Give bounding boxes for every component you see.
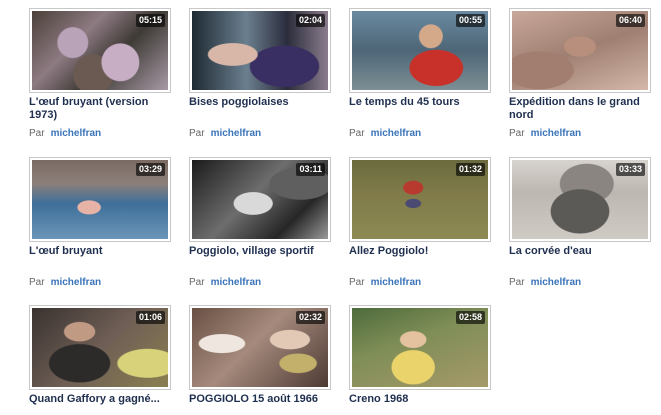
video-duration: 02:58 <box>455 311 485 324</box>
video-thumbnail[interactable]: 03:33 <box>509 157 651 242</box>
video-title[interactable]: Quand Gaffory a gagné... <box>29 393 179 406</box>
author-link[interactable]: michelfran <box>211 128 262 139</box>
video-byline: Par michelfran <box>509 277 581 289</box>
video-duration: 01:06 <box>135 311 165 324</box>
video-title[interactable]: La corvée d'eau <box>509 245 659 258</box>
video-byline: Par michelfran <box>29 277 101 289</box>
video-title[interactable]: Expédition dans le grand nord <box>509 96 659 122</box>
author-link[interactable]: michelfran <box>51 277 102 288</box>
video-duration: 05:15 <box>135 14 165 27</box>
video-title[interactable]: Poggiolo, village sportif <box>189 245 339 258</box>
video-thumbnail[interactable]: 01:32 <box>349 157 491 242</box>
video-duration: 03:33 <box>615 163 645 176</box>
video-duration: 00:55 <box>455 14 485 27</box>
video-title[interactable]: L'œuf bruyant <box>29 245 179 258</box>
author-link[interactable]: michelfran <box>51 128 102 139</box>
video-grid: 05:15 L'œuf bruyant (version 1973) Par mi… <box>0 0 661 415</box>
by-label: Par <box>509 128 525 139</box>
video-title[interactable]: Bises poggiolaises <box>189 96 339 109</box>
video-thumbnail[interactable]: 02:04 <box>189 8 331 93</box>
video-title[interactable]: Creno 1968 <box>349 393 499 406</box>
video-title[interactable]: Allez Poggiolo! <box>349 245 499 258</box>
thumbnail-image: 03:29 <box>32 160 168 239</box>
video-thumbnail[interactable]: 06:40 <box>509 8 651 93</box>
video-thumbnail[interactable]: 05:15 <box>29 8 171 93</box>
thumbnail-image: 05:15 <box>32 11 168 90</box>
video-byline: Par michelfran <box>349 277 421 289</box>
thumbnail-image: 01:32 <box>352 160 488 239</box>
video-thumbnail[interactable]: 03:11 <box>189 157 331 242</box>
author-link[interactable]: michelfran <box>531 128 582 139</box>
thumbnail-image: 02:58 <box>352 308 488 387</box>
video-thumbnail[interactable]: 02:58 <box>349 305 491 390</box>
author-link[interactable]: michelfran <box>371 277 422 288</box>
video-duration: 02:04 <box>295 14 325 27</box>
by-label: Par <box>509 277 525 288</box>
video-title[interactable]: POGGIOLO 15 août 1966 <box>189 393 339 406</box>
video-thumbnail[interactable]: 01:06 <box>29 305 171 390</box>
by-label: Par <box>349 277 365 288</box>
video-thumbnail[interactable]: 00:55 <box>349 8 491 93</box>
video-byline: Par michelfran <box>189 128 261 140</box>
video-thumbnail[interactable]: 03:29 <box>29 157 171 242</box>
video-thumbnail[interactable]: 02:32 <box>189 305 331 390</box>
thumbnail-image: 06:40 <box>512 11 648 90</box>
video-duration: 02:32 <box>295 311 325 324</box>
author-link[interactable]: michelfran <box>371 128 422 139</box>
by-label: Par <box>349 128 365 139</box>
video-byline: Par michelfran <box>509 128 581 140</box>
author-link[interactable]: michelfran <box>531 277 582 288</box>
video-duration: 03:11 <box>296 163 325 176</box>
video-duration: 06:40 <box>615 14 645 27</box>
author-link[interactable]: michelfran <box>211 277 262 288</box>
by-label: Par <box>189 128 205 139</box>
video-title[interactable]: L'œuf bruyant (version 1973) <box>29 96 179 122</box>
video-byline: Par michelfran <box>189 277 261 289</box>
video-duration: 01:32 <box>455 163 485 176</box>
by-label: Par <box>29 277 45 288</box>
video-duration: 03:29 <box>135 163 165 176</box>
thumbnail-image: 01:06 <box>32 308 168 387</box>
thumbnail-image: 02:32 <box>192 308 328 387</box>
by-label: Par <box>189 277 205 288</box>
thumbnail-image: 03:11 <box>192 160 328 239</box>
video-title[interactable]: Le temps du 45 tours <box>349 96 499 109</box>
video-byline: Par michelfran <box>29 128 101 140</box>
video-byline: Par michelfran <box>349 128 421 140</box>
thumbnail-image: 00:55 <box>352 11 488 90</box>
by-label: Par <box>29 128 45 139</box>
thumbnail-image: 02:04 <box>192 11 328 90</box>
thumbnail-image: 03:33 <box>512 160 648 239</box>
